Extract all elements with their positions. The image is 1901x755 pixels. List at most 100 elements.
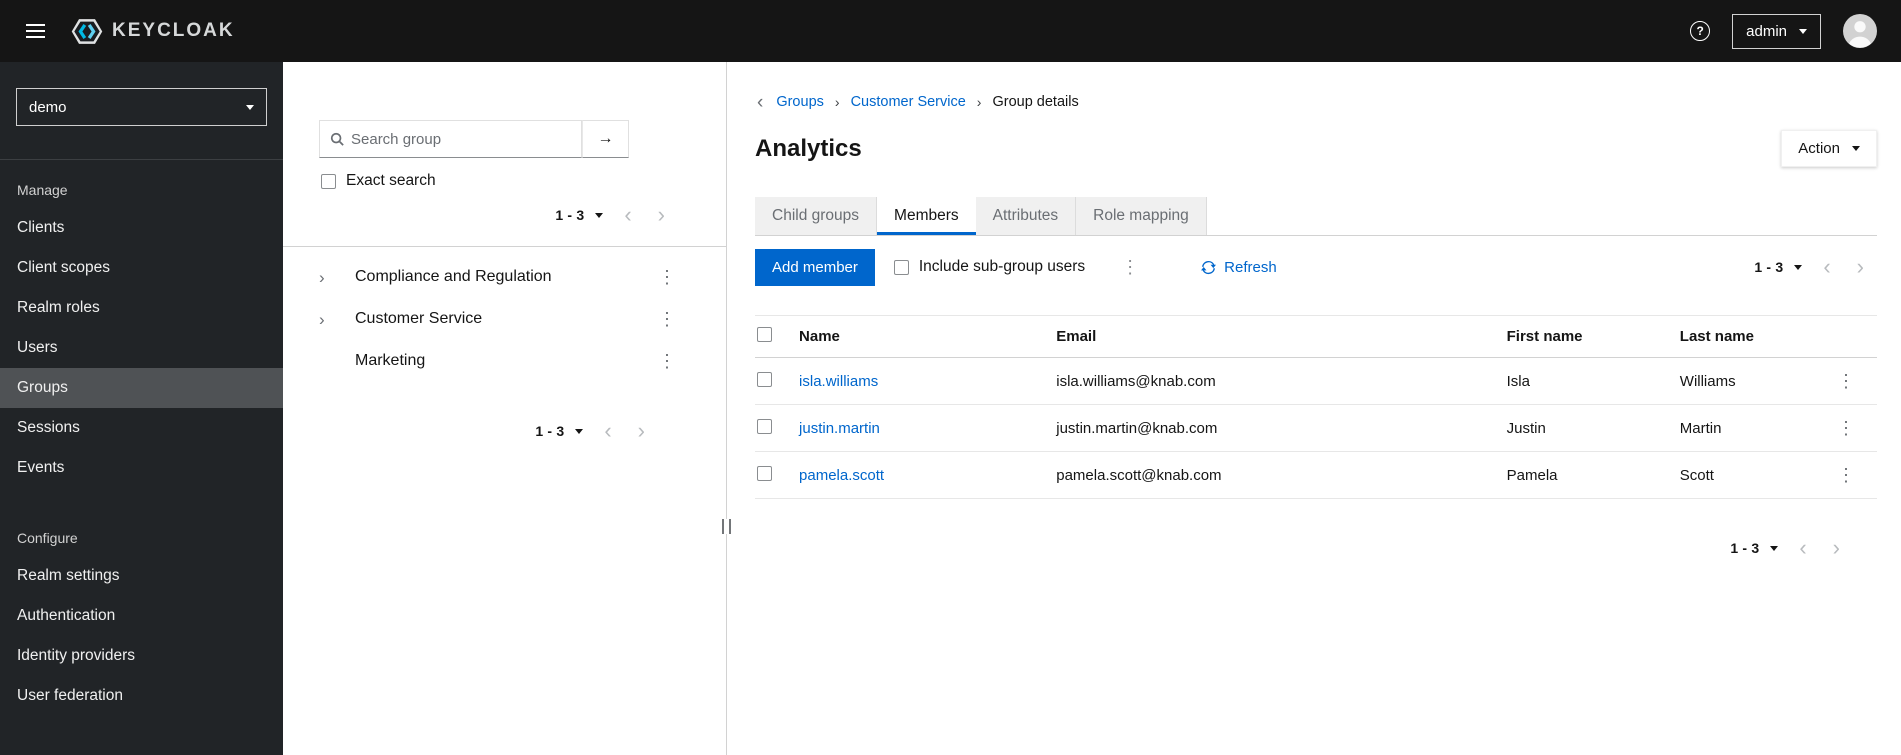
row-checkbox[interactable] — [757, 418, 772, 434]
add-member-button[interactable]: Add member — [755, 248, 875, 286]
nav-section-configure: Configure — [17, 530, 78, 546]
exact-search-checkbox[interactable] — [321, 173, 336, 189]
tabs: Child groups Members Attributes Role map… — [755, 197, 1877, 236]
sidebar-item-identity-providers[interactable]: Identity providers — [0, 636, 283, 676]
group-name-link[interactable]: Compliance and Regulation — [355, 268, 652, 286]
group-actions-kebab[interactable]: ⋮ — [652, 266, 682, 288]
pagination-prev-button[interactable]: ‹ — [1810, 256, 1843, 278]
row-actions-kebab[interactable]: ⋮ — [1831, 464, 1861, 486]
pagination-range: 1 - 3 — [535, 423, 565, 439]
tab-attributes[interactable]: Attributes — [975, 197, 1077, 235]
panel-drag-handle[interactable] — [722, 519, 731, 535]
col-header-first-name: First name — [1506, 328, 1583, 345]
realm-selector[interactable]: demo — [16, 88, 267, 126]
pagination-prev-button[interactable]: ‹ — [611, 204, 644, 226]
question-circle-icon: ? — [1690, 21, 1711, 41]
breadcrumb-link-customer-service[interactable]: Customer Service — [851, 94, 966, 110]
search-submit-button[interactable]: → — [582, 120, 629, 158]
row-actions-kebab[interactable]: ⋮ — [1831, 417, 1861, 439]
action-dropdown-button[interactable]: Action — [1781, 130, 1877, 167]
avatar-icon — [1843, 14, 1877, 48]
nav-list-manage: Clients Client scopes Realm roles Users … — [0, 208, 283, 488]
sidebar-item-groups[interactable]: Groups — [0, 368, 283, 408]
member-name-link[interactable]: justin.martin — [799, 420, 880, 437]
sidebar-item-events[interactable]: Events — [0, 448, 283, 488]
pagination-range-dropdown[interactable]: 1 - 3 — [1746, 254, 1810, 280]
sidebar-item-client-scopes[interactable]: Client scopes — [0, 248, 283, 288]
member-name-link[interactable]: pamela.scott — [799, 467, 884, 484]
chevron-right-icon[interactable]: › — [319, 311, 343, 328]
row-actions-kebab[interactable]: ⋮ — [1831, 370, 1861, 392]
sidebar-item-sessions[interactable]: Sessions — [0, 408, 283, 448]
group-tree-item-marketing: Marketing ⋮ — [283, 340, 726, 382]
help-button[interactable]: ? — [1690, 21, 1711, 41]
nav-toggle-button[interactable] — [24, 24, 47, 38]
refresh-button[interactable]: Refresh — [1201, 259, 1277, 276]
col-header-actions — [1822, 316, 1877, 358]
row-checkbox[interactable] — [757, 371, 772, 387]
pagination-next-button[interactable]: › — [1820, 537, 1853, 559]
member-last-name: Williams — [1679, 372, 1736, 390]
member-last-name: Scott — [1679, 466, 1714, 484]
group-actions-kebab[interactable]: ⋮ — [652, 308, 682, 330]
refresh-icon — [1201, 260, 1217, 274]
pagination-range-dropdown[interactable]: 1 - 3 — [547, 202, 611, 228]
sidebar-item-user-federation[interactable]: User federation — [0, 676, 283, 716]
table-header-row: Name Email First name Last name — [755, 315, 1877, 358]
nav-list-configure: Realm settings Authentication Identity p… — [0, 556, 283, 716]
caret-down-icon — [1799, 28, 1807, 34]
pagination-range: 1 - 3 — [1730, 540, 1760, 556]
sidebar-item-authentication[interactable]: Authentication — [0, 596, 283, 636]
col-header-last-name: Last name — [1679, 328, 1754, 345]
member-name-link[interactable]: isla.williams — [799, 373, 878, 390]
user-menu-dropdown[interactable]: admin — [1732, 13, 1821, 49]
tab-role-mapping[interactable]: Role mapping — [1076, 197, 1207, 235]
table-row: pamela.scott pamela.scott@knab.com Pamel… — [755, 452, 1877, 499]
members-pagination-bottom: 1 - 3 ‹ › — [755, 535, 1877, 561]
back-chevron-button[interactable]: ‹ — [755, 93, 765, 112]
tab-child-groups[interactable]: Child groups — [755, 197, 878, 235]
tab-members[interactable]: Members — [877, 197, 976, 235]
caret-down-icon — [1852, 146, 1860, 151]
caret-down-icon — [1794, 264, 1803, 270]
caret-down-icon — [575, 428, 584, 434]
pagination-range-dropdown[interactable]: 1 - 3 — [527, 418, 591, 444]
avatar[interactable] — [1843, 14, 1877, 48]
member-first-name: Justin — [1506, 419, 1546, 437]
search-input-wrap — [319, 120, 582, 158]
search-group-input[interactable] — [351, 130, 581, 148]
pagination-next-button[interactable]: › — [625, 420, 658, 442]
pagination-range-dropdown[interactable]: 1 - 3 — [1722, 535, 1786, 561]
pagination-next-button[interactable]: › — [645, 204, 678, 226]
group-name-link[interactable]: Customer Service — [355, 310, 652, 328]
sidebar-item-users[interactable]: Users — [0, 328, 283, 368]
caret-down-icon — [246, 104, 254, 110]
row-checkbox[interactable] — [757, 465, 772, 481]
select-all-checkbox[interactable] — [757, 327, 772, 342]
keycloak-logo[interactable]: KEYCLOAK — [71, 18, 235, 45]
panel-divider — [722, 62, 731, 755]
sidebar-item-clients[interactable]: Clients — [0, 208, 283, 248]
pagination-next-button[interactable]: › — [1844, 256, 1877, 278]
col-header-email: Email — [1056, 328, 1097, 345]
caret-down-icon — [1770, 545, 1779, 551]
keycloak-admin-console: KEYCLOAK ? admin demo Manage Clients Cli… — [0, 0, 1901, 755]
toolbar-kebab[interactable]: ⋮ — [1115, 256, 1145, 278]
hamburger-icon — [26, 30, 45, 32]
brand-wordmark: KEYCLOAK — [112, 20, 235, 41]
sidebar-item-realm-roles[interactable]: Realm roles — [0, 288, 283, 328]
user-menu-label: admin — [1746, 22, 1787, 40]
breadcrumb-link-groups[interactable]: Groups — [776, 94, 824, 110]
masthead-right: ? admin — [1690, 13, 1877, 49]
sidebar-item-realm-settings[interactable]: Realm settings — [0, 556, 283, 596]
pagination-prev-button[interactable]: ‹ — [1786, 537, 1819, 559]
members-table: Name Email First name Last name isla.wil… — [755, 315, 1877, 499]
exact-search-label: Exact search — [346, 172, 436, 189]
include-subgroups-checkbox[interactable] — [893, 259, 909, 275]
pagination-prev-button[interactable]: ‹ — [591, 420, 624, 442]
group-tree-item-compliance: › Compliance and Regulation ⋮ — [283, 256, 726, 298]
group-name-link[interactable]: Marketing — [355, 352, 652, 370]
group-actions-kebab[interactable]: ⋮ — [652, 350, 682, 372]
chevron-right-icon[interactable]: › — [319, 269, 343, 286]
tree-pagination-top: 1 - 3 ‹ › — [283, 202, 726, 228]
